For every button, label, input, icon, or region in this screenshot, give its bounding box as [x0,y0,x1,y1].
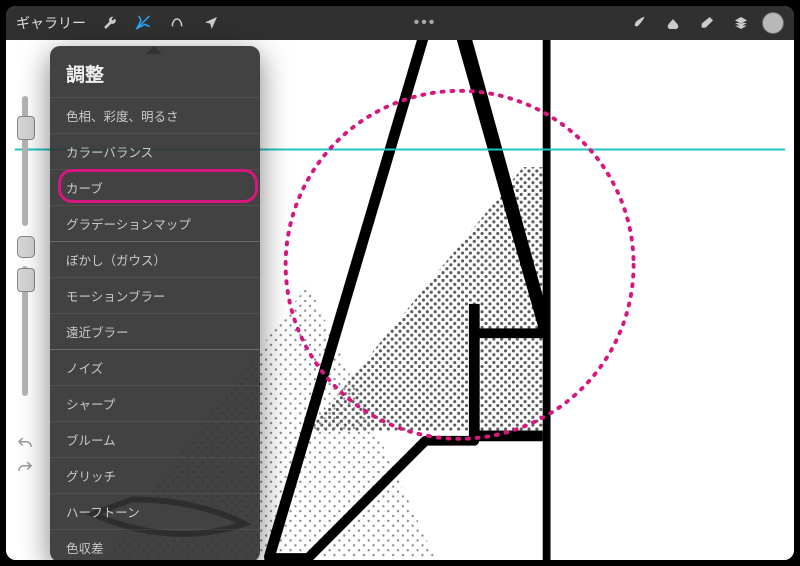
adjustments-item[interactable]: ブルーム [50,421,260,457]
adjustments-popover: 調整 色相、彩度、明るさカラーバランスカーブグラデーションマップぼかし（ガウス）… [50,46,260,560]
adjustments-item[interactable]: 色相、彩度、明るさ [50,97,260,133]
brush-opacity-handle[interactable] [17,268,35,292]
eraser-icon[interactable] [694,10,720,36]
adjustments-item[interactable]: ノイズ [50,349,260,385]
wrench-icon[interactable] [96,10,122,36]
adjustments-title: 調整 [50,46,260,97]
smudge-icon[interactable] [660,10,686,36]
adjustments-item[interactable]: モーションブラー [50,277,260,313]
redo-button[interactable] [14,456,36,480]
adjustments-item[interactable]: 遠近ブラー [50,313,260,349]
modify-menu-button[interactable]: ••• [414,14,437,32]
adjustments-item[interactable]: 色収差 [50,529,260,560]
side-square-button[interactable] [17,236,35,258]
color-picker-button[interactable] [762,12,784,34]
brush-icon[interactable] [626,10,652,36]
transform-icon[interactable] [198,10,224,36]
adjustments-item[interactable]: カラーバランス [50,133,260,169]
brush-size-handle[interactable] [17,116,35,140]
layers-icon[interactable] [728,10,754,36]
adjustments-icon[interactable] [130,10,156,36]
undo-button[interactable] [14,432,36,456]
top-toolbar: ギャラリー ••• [6,6,794,40]
adjustments-list: 色相、彩度、明るさカラーバランスカーブグラデーションマップぼかし（ガウス）モーシ… [50,97,260,560]
adjustments-item[interactable]: シャープ [50,385,260,421]
adjustments-item[interactable]: ハーフトーン [50,493,260,529]
brush-size-opacity-rail[interactable] [16,96,34,416]
adjustments-item[interactable]: グラデーションマップ [50,205,260,241]
gallery-button[interactable]: ギャラリー [16,13,88,33]
adjustments-item[interactable]: ぼかし（ガウス） [50,241,260,277]
adjustments-item[interactable]: グリッチ [50,457,260,493]
selection-icon[interactable] [164,10,190,36]
adjustments-item[interactable]: カーブ [50,169,260,205]
